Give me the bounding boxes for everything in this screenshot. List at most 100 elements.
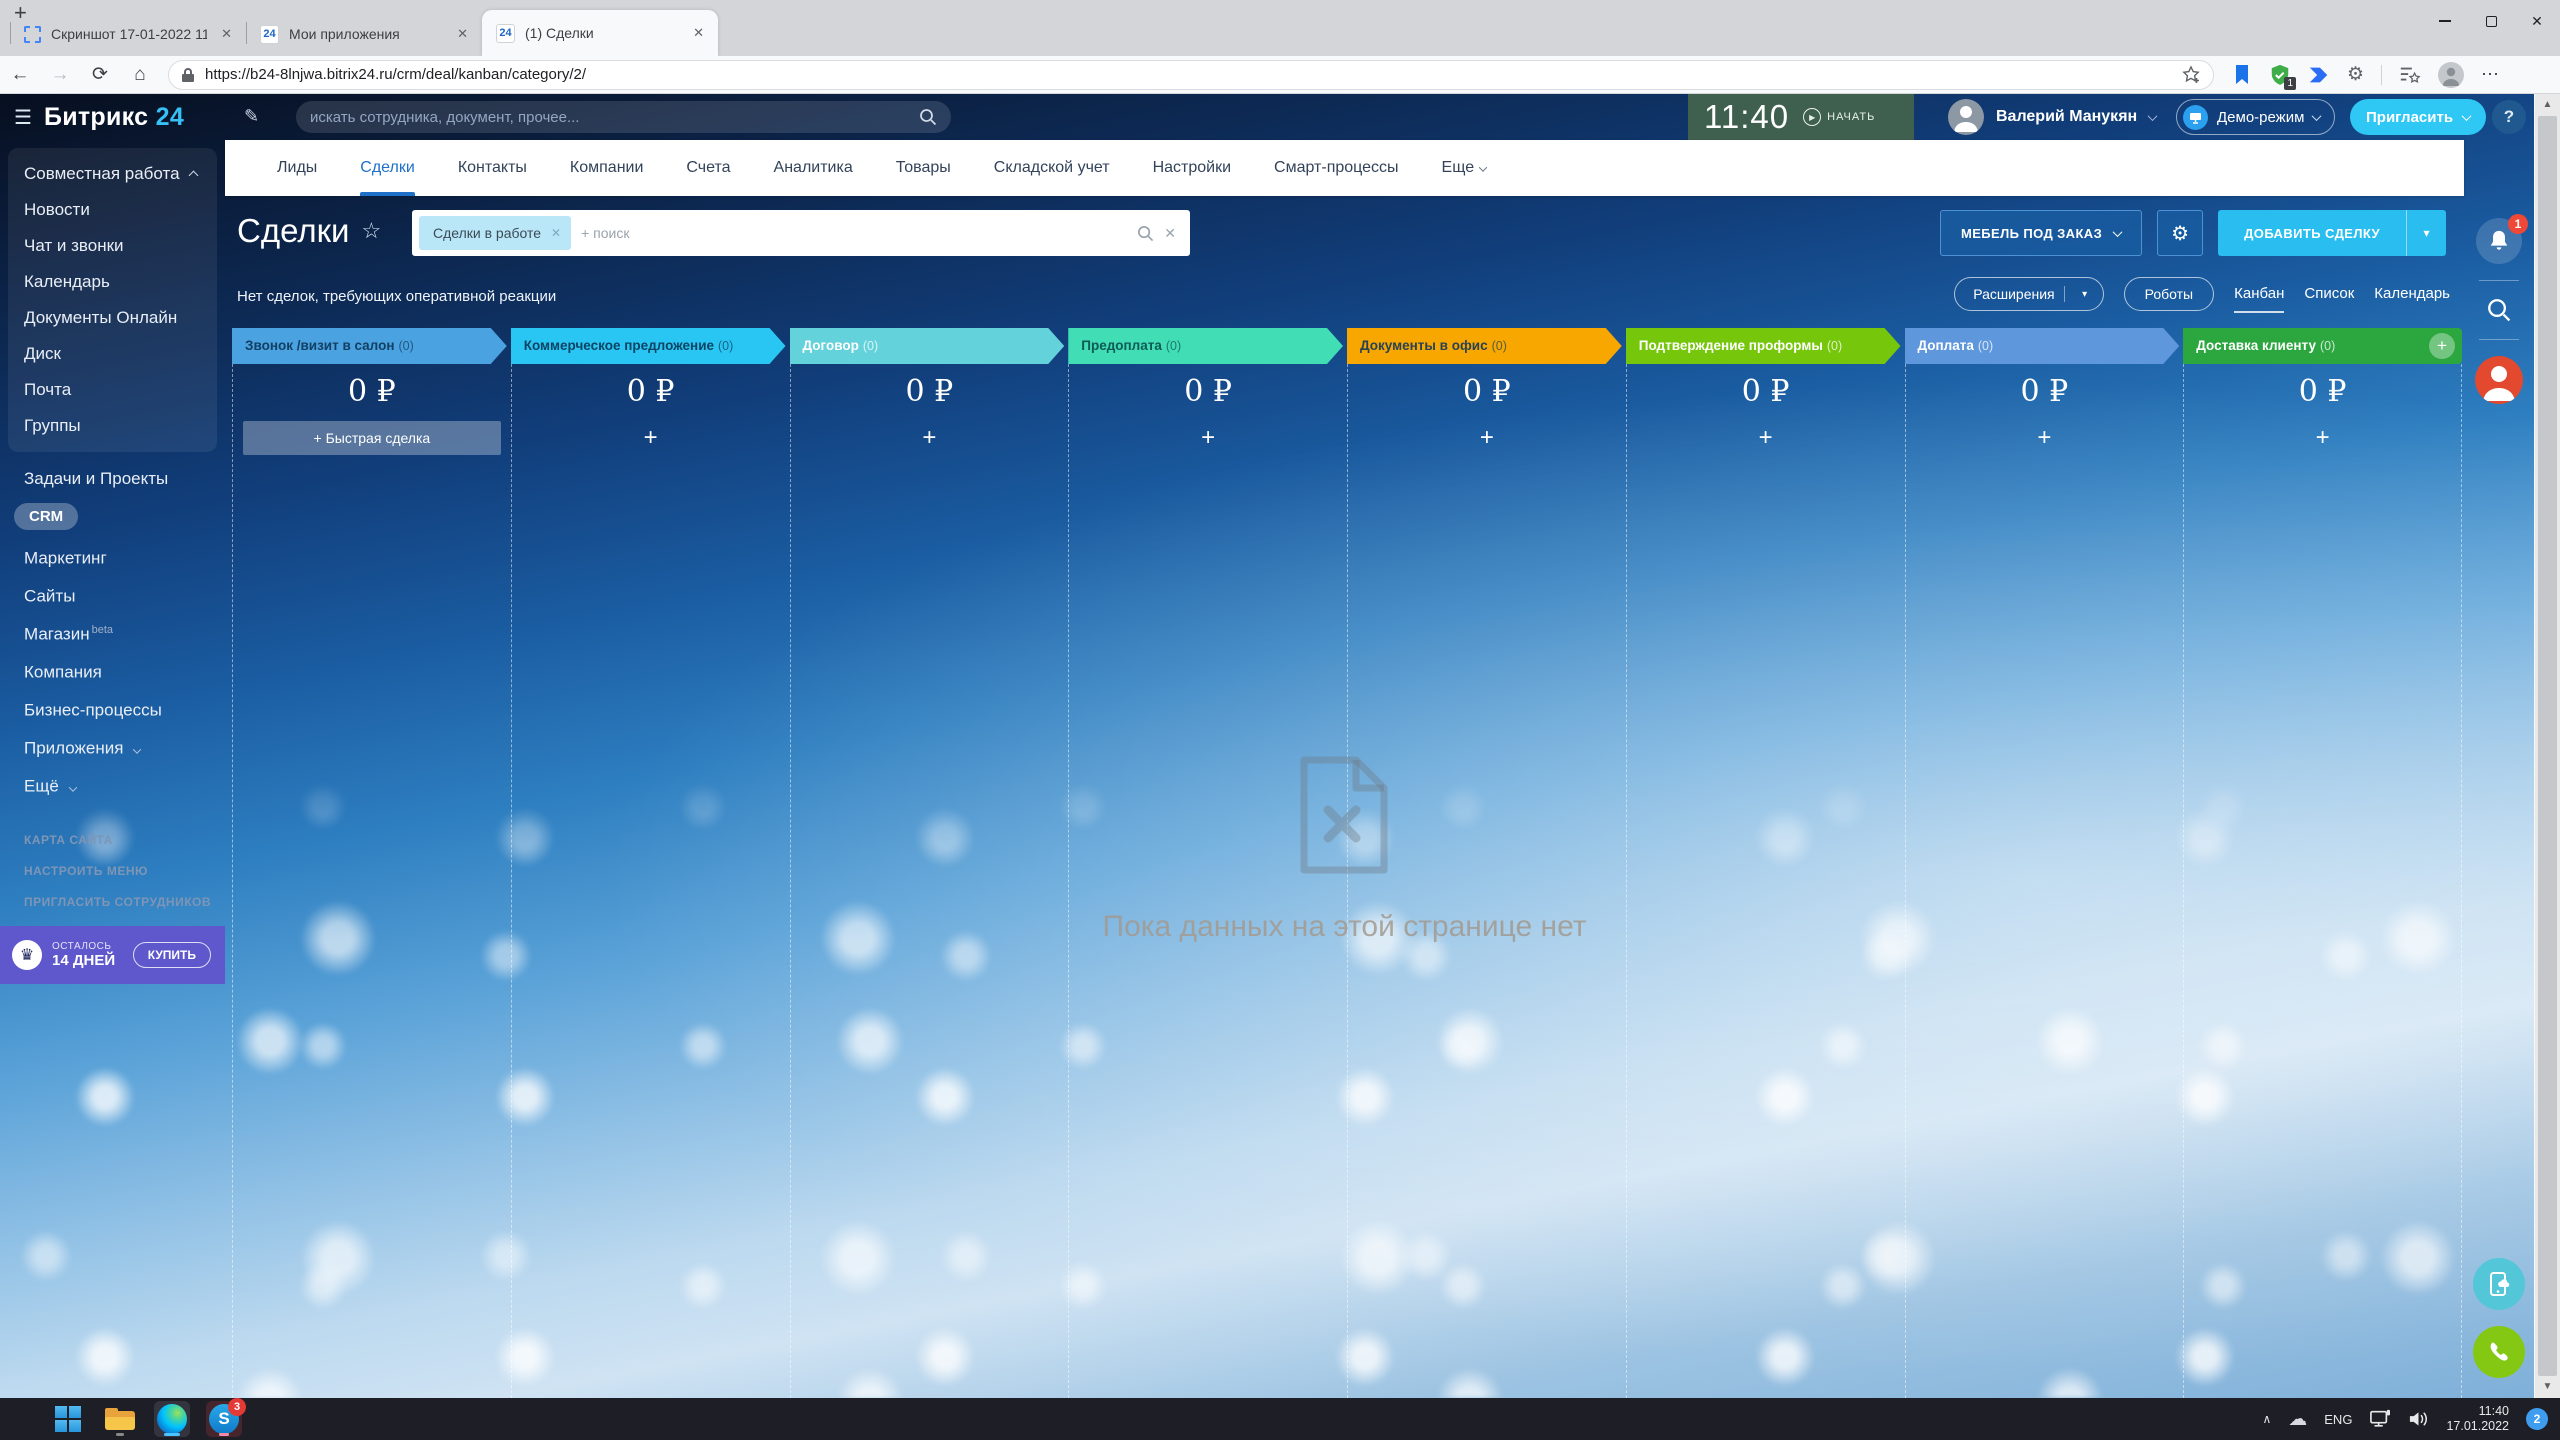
add-deal-plus-button[interactable]: + xyxy=(2316,421,2330,455)
add-deal-plus-button[interactable]: + xyxy=(1201,421,1215,455)
add-deal-plus-button[interactable]: + xyxy=(1759,421,1773,455)
filter-chip[interactable]: Сделки в работе ✕ xyxy=(419,216,571,250)
mobile-app-button[interactable] xyxy=(2473,1258,2525,1310)
global-search-input[interactable] xyxy=(310,109,919,126)
scroll-down-arrow[interactable]: ▼ xyxy=(2535,1376,2560,1398)
browser-scrollbar[interactable]: ▲ ▼ xyxy=(2534,94,2560,1398)
sidebar-item[interactable]: Компания xyxy=(0,649,225,687)
hamburger-menu-icon[interactable]: ☰ xyxy=(14,105,32,130)
home-button[interactable]: ⌂ xyxy=(120,64,160,86)
funnel-select-button[interactable]: МЕБЕЛЬ ПОД ЗАКАЗ xyxy=(1940,210,2142,256)
sidebar-item[interactable]: Совместная работа xyxy=(8,156,217,192)
scrollbar-thumb[interactable] xyxy=(2538,116,2557,1376)
add-deal-plus-button[interactable]: + xyxy=(2037,421,2051,455)
crm-nav-tab[interactable]: Складской учет xyxy=(994,140,1110,196)
chip-remove-icon[interactable]: ✕ xyxy=(551,226,561,240)
edge-button[interactable] xyxy=(154,1401,190,1437)
browser-profile-icon[interactable] xyxy=(2438,62,2464,88)
view-tab[interactable]: Канбан xyxy=(2234,285,2284,304)
global-search[interactable] xyxy=(296,101,951,133)
refresh-button[interactable]: ⟳ xyxy=(80,63,120,86)
volume-icon[interactable] xyxy=(2408,1409,2429,1429)
crm-nav-tab[interactable]: Сделки xyxy=(360,140,415,196)
collections-icon[interactable] xyxy=(2399,65,2421,85)
crm-nav-tab[interactable]: Еще xyxy=(1442,140,1487,196)
sidebar-item[interactable]: Сайты xyxy=(0,573,225,611)
notifications-button[interactable]: 1 xyxy=(2476,218,2522,264)
sidebar-footer-link[interactable]: ПРИГЛАСИТЬ СОТРУДНИКОВ xyxy=(0,887,225,918)
kanban-column-header[interactable]: Доставка клиенту(0) + xyxy=(2183,328,2462,364)
ribbon-extension-icon[interactable] xyxy=(2232,64,2252,86)
sidebar-item[interactable]: Календарь xyxy=(8,264,217,300)
tab-close-icon[interactable]: ✕ xyxy=(689,23,708,43)
crm-nav-tab[interactable]: Товары xyxy=(896,140,951,196)
sidebar-item[interactable]: Диск xyxy=(8,336,217,372)
start-button[interactable] xyxy=(50,1401,86,1437)
add-stage-icon[interactable]: + xyxy=(2429,333,2455,359)
user-menu[interactable]: Валерий Манукян xyxy=(1948,99,2156,135)
sidebar-footer-link[interactable]: НАСТРОИТЬ МЕНЮ xyxy=(0,856,225,887)
search-icon[interactable] xyxy=(1137,225,1154,242)
sidebar-item[interactable]: Приложения xyxy=(0,725,225,763)
add-deal-dropdown[interactable]: ▾ xyxy=(2406,210,2446,256)
tab-close-icon[interactable]: ✕ xyxy=(453,24,472,44)
robots-pill[interactable]: Роботы xyxy=(2124,277,2214,311)
start-workday-button[interactable]: ▶ НАЧАТЬ xyxy=(1803,108,1875,126)
sidebar-footer-link[interactable]: КАРТА САЙТА xyxy=(0,825,225,856)
browser-tab[interactable]: 24 Мои приложения ✕ xyxy=(246,12,482,56)
favorite-star-icon[interactable]: ☆ xyxy=(361,218,381,244)
profile-avatar[interactable] xyxy=(2475,356,2523,404)
sidebar-item[interactable]: Маркетинг xyxy=(0,535,225,573)
tab-close-icon[interactable]: ✕ xyxy=(217,24,236,44)
help-button[interactable]: ? xyxy=(2492,100,2526,134)
demo-mode-button[interactable]: Демо-режим xyxy=(2176,99,2335,135)
window-minimize-button[interactable] xyxy=(2422,0,2468,42)
browser-menu-icon[interactable]: ⋯ xyxy=(2481,64,2500,85)
telephony-button[interactable] xyxy=(2473,1326,2525,1378)
invite-button[interactable]: Пригласить xyxy=(2350,99,2486,135)
favorites-add-icon[interactable] xyxy=(2181,65,2201,85)
browser-tab[interactable]: 24 (1) Сделки ✕ xyxy=(482,10,718,56)
crm-nav-tab[interactable]: Настройки xyxy=(1153,140,1231,196)
gear-extension-icon[interactable]: ⚙ xyxy=(2347,63,2364,86)
settings-gear-button[interactable]: ⚙ xyxy=(2157,210,2203,256)
extensions-dropdown[interactable]: ▾ xyxy=(2074,283,2096,305)
taskbar-clock[interactable]: 11:40 17.01.2022 xyxy=(2446,1404,2509,1434)
add-deal-plus-button[interactable]: + xyxy=(922,421,936,455)
add-deal-plus-button[interactable]: + xyxy=(1480,421,1494,455)
browser-tab[interactable]: 24 Скриншот 17-01-2022 11:25:45.j ✕ xyxy=(10,12,246,56)
add-deal-button[interactable]: ДОБАВИТЬ СДЕЛКУ xyxy=(2218,210,2406,256)
sidebar-item-crm[interactable]: CRM xyxy=(0,498,225,535)
kanban-column-header[interactable]: Подтверждение проформы(0) + xyxy=(1626,328,1901,364)
network-icon[interactable] xyxy=(2369,1409,2391,1429)
clear-filter-icon[interactable]: ✕ xyxy=(1164,225,1176,242)
pencil-icon[interactable]: ✎ xyxy=(244,106,259,127)
sidebar-item[interactable]: Почта xyxy=(8,372,217,408)
sidebar-item[interactable]: Ещё xyxy=(0,763,225,801)
crm-nav-tab[interactable]: Лиды xyxy=(277,140,317,196)
window-close-button[interactable]: ✕ xyxy=(2514,0,2560,42)
extensions-pill[interactable]: Расширения ▾ xyxy=(1954,277,2103,311)
shield-extension-wrap[interactable]: 1 xyxy=(2269,64,2291,86)
back-button[interactable]: ← xyxy=(0,64,40,86)
onedrive-icon[interactable]: ☁ xyxy=(2288,1408,2307,1431)
filter-bar[interactable]: Сделки в работе ✕ ✕ xyxy=(412,210,1190,256)
crm-nav-tab[interactable]: Счета xyxy=(686,140,730,196)
crm-nav-tab[interactable]: Смарт-процессы xyxy=(1274,140,1399,196)
tray-expand-icon[interactable]: ∧ xyxy=(2262,1412,2271,1426)
window-restore-button[interactable] xyxy=(2468,0,2514,42)
scroll-up-arrow[interactable]: ▲ xyxy=(2535,94,2560,116)
crm-nav-tab[interactable]: Компании xyxy=(570,140,644,196)
view-tab[interactable]: Список xyxy=(2304,285,2354,304)
sidebar-item[interactable]: Магазинbeta xyxy=(0,611,225,649)
kanban-column-header[interactable]: Договор(0) + xyxy=(790,328,1065,364)
flow-extension-icon[interactable] xyxy=(2308,65,2330,85)
add-deal-plus-button[interactable]: + xyxy=(644,421,658,455)
notification-count-badge[interactable]: 2 xyxy=(2526,1408,2548,1430)
crm-nav-tab[interactable]: Контакты xyxy=(458,140,527,196)
sidebar-item[interactable]: Документы Онлайн xyxy=(8,300,217,336)
file-explorer-button[interactable] xyxy=(102,1401,138,1437)
url-bar[interactable] xyxy=(168,60,2214,90)
view-tab[interactable]: Календарь xyxy=(2374,285,2450,304)
url-input[interactable] xyxy=(205,66,2171,83)
